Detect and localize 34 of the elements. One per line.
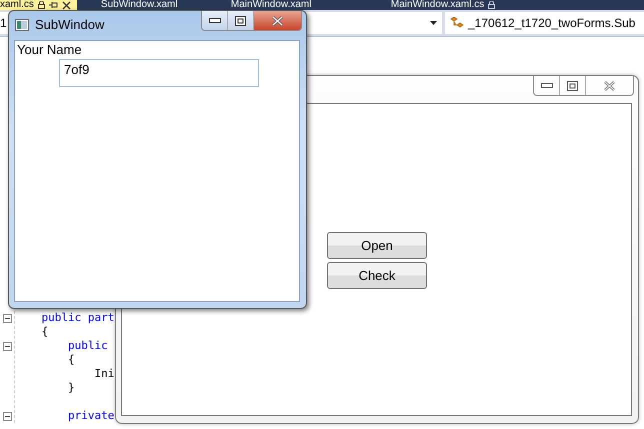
window-title: SubWindow: [35, 17, 106, 32]
maximize-icon: [235, 16, 246, 26]
member-dropdown[interactable]: _170612_t1720_twoForms.Sub: [445, 12, 644, 34]
collapse-icon[interactable]: [3, 412, 12, 420]
name-field[interactable]: 7of9: [59, 59, 259, 87]
code-line: public: [66, 339, 108, 352]
editor-tab[interactable]: xaml.cs: [0, 0, 77, 10]
minimize-icon: [208, 18, 220, 23]
collapse-icon[interactable]: [3, 314, 12, 322]
minimize-button[interactable]: [202, 11, 228, 30]
code-line: public part: [40, 311, 114, 324]
minimize-icon: [540, 83, 552, 88]
collapse-icon[interactable]: [3, 342, 12, 350]
code-line: {: [40, 325, 48, 338]
name-label: Your Name: [17, 43, 82, 57]
code-line: private: [66, 409, 114, 422]
close-button[interactable]: [254, 11, 301, 30]
close-icon[interactable]: [62, 0, 71, 10]
caret-icon: [430, 21, 437, 25]
class-icon: [450, 17, 464, 29]
action-button[interactable]: Open: [327, 232, 427, 259]
close-icon: [271, 16, 284, 26]
maximize-icon: [567, 80, 578, 90]
code-line: Ini: [93, 367, 114, 380]
editor-tab[interactable]: MainWindow.xaml.cs: [390, 0, 523, 10]
maximize-button[interactable]: [228, 11, 254, 30]
editor-tab[interactable]: SubWindow.xaml: [100, 0, 231, 10]
window-icon: [15, 19, 29, 31]
action-button[interactable]: Check: [327, 262, 427, 289]
pin-icon[interactable]: [48, 1, 58, 9]
code-line: {: [66, 353, 75, 366]
code-line: }: [66, 381, 75, 394]
editor-tab[interactable]: MainWindow.xaml: [230, 0, 391, 10]
close-icon: [603, 80, 616, 90]
